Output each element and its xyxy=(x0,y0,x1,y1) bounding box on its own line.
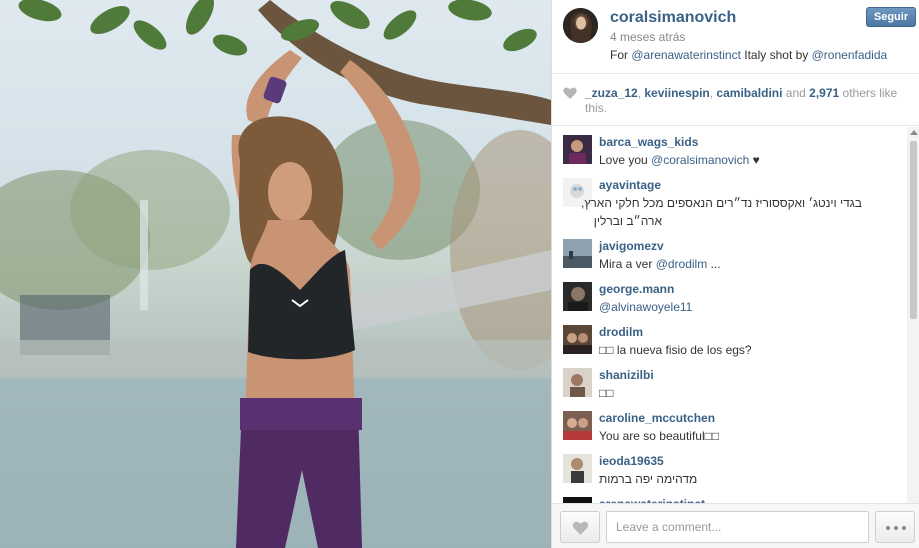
comment-text: מדהימה יפה ברמות xyxy=(599,472,698,486)
comment-username[interactable]: shanizilbi xyxy=(599,368,654,382)
comment-avatar[interactable] xyxy=(563,239,592,268)
comment-text: You are so beautiful□□ xyxy=(599,429,720,443)
heart-icon xyxy=(572,521,589,535)
comment-avatar[interactable] xyxy=(563,454,592,483)
comment-text: □□ xyxy=(599,386,614,400)
heart-icon xyxy=(563,87,577,99)
likes-and: and xyxy=(782,86,810,100)
comment-username[interactable]: caroline_mccutchen xyxy=(599,411,715,425)
comments-scrollbar[interactable] xyxy=(907,127,919,503)
post-sidebar: coralsimanovich 4 meses atrás For @arena… xyxy=(551,0,919,548)
like-button[interactable] xyxy=(560,511,600,543)
caption-mention-arenawaterinstinct[interactable]: @arenawaterinstinct xyxy=(631,48,741,62)
comment-item: drodilm □□ la nueva fisio de los egs? xyxy=(552,317,907,360)
caption-mention-ronenfadida[interactable]: @ronenfadida xyxy=(812,48,888,62)
likes-text: _zuza_12, keviinespin, camibaldini and 2… xyxy=(585,86,905,116)
comment-text: Love you @coralsimanovich ♥ xyxy=(599,153,760,167)
comment-avatar[interactable] xyxy=(563,411,592,440)
comment-text: בגדי וינטג׳ ואקססוריז נד״רים הנאספים מכל… xyxy=(581,196,862,210)
emoji-placeholder: □□ xyxy=(599,343,617,357)
photo-illustration xyxy=(0,0,551,548)
likes-summary: _zuza_12, keviinespin, camibaldini and 2… xyxy=(552,74,919,126)
caption-text-2: Italy shot by xyxy=(740,48,812,62)
ellipsis-icon xyxy=(886,526,906,530)
post-timestamp: 4 meses atrás xyxy=(610,30,686,44)
post-photo[interactable] xyxy=(0,0,551,548)
comment-username[interactable]: javigomezv xyxy=(599,239,664,253)
comment-composer xyxy=(552,503,919,548)
caption-text: For xyxy=(610,48,632,62)
comment-avatar[interactable] xyxy=(563,368,592,397)
liker-link[interactable]: camibaldini xyxy=(716,86,782,100)
post-caption: For @arenawaterinstinct Italy shot by @r… xyxy=(610,48,887,62)
emoji-placeholder: □□ xyxy=(599,386,614,400)
comment-item: caroline_mccutchen You are so beautiful□… xyxy=(552,403,907,446)
comment-avatar[interactable] xyxy=(563,325,592,354)
comment-item: george.mann @alvinawoyele11 xyxy=(552,274,907,317)
comment-text: □□ la nueva fisio de los egs? xyxy=(599,343,752,357)
comment-avatar[interactable] xyxy=(563,282,592,311)
comment-mention[interactable]: @alvinawoyele11 xyxy=(599,300,692,314)
post-header: coralsimanovich 4 meses atrás For @arena… xyxy=(552,0,919,74)
liker-link[interactable]: keviinespin xyxy=(644,86,709,100)
follow-button[interactable]: Seguir xyxy=(866,7,916,27)
comment-text-line-2: ארה״ב וברלין xyxy=(593,214,662,228)
likes-count[interactable]: 2,971 xyxy=(809,86,839,100)
comment-mention[interactable]: @drodilm xyxy=(656,257,708,271)
more-options-button[interactable] xyxy=(875,511,915,543)
comment-list[interactable]: barca_wags_kids Love you @coralsimanovic… xyxy=(552,127,907,503)
comment-item: shanizilbi □□ xyxy=(552,360,907,403)
avatar-image xyxy=(563,8,598,43)
comment-username[interactable]: george.mann xyxy=(599,282,674,296)
comment-avatar[interactable] xyxy=(563,135,592,164)
emoji-placeholder: □□ xyxy=(704,429,720,443)
comment-item: ieoda19635 מדהימה יפה ברמות xyxy=(552,446,907,489)
comment-username[interactable]: ieoda19635 xyxy=(599,454,664,468)
comment-username[interactable]: drodilm xyxy=(599,325,643,339)
comment-item: ayavintage בגדי וינטג׳ ואקססוריז נד״רים … xyxy=(552,170,907,231)
comment-text: Mira a ver @drodilm ... xyxy=(599,257,721,271)
avatar[interactable] xyxy=(563,8,598,43)
comment-mention[interactable]: @coralsimanovich xyxy=(651,153,749,167)
scroll-up-arrow-icon[interactable] xyxy=(910,130,918,135)
comment-item: barca_wags_kids Love you @coralsimanovic… xyxy=(552,127,907,170)
post-username[interactable]: coralsimanovich xyxy=(610,9,736,27)
comment-input[interactable] xyxy=(606,511,869,543)
comment-username[interactable]: ayavintage xyxy=(599,178,661,192)
comment-item: javigomezv Mira a ver @drodilm ... xyxy=(552,231,907,274)
scrollbar-thumb[interactable] xyxy=(910,141,917,319)
comment-item: arenawaterinstinct xyxy=(552,489,907,503)
liker-link[interactable]: _zuza_12 xyxy=(585,86,638,100)
comment-text: @alvinawoyele11 xyxy=(599,300,692,314)
comment-username[interactable]: barca_wags_kids xyxy=(599,135,698,149)
